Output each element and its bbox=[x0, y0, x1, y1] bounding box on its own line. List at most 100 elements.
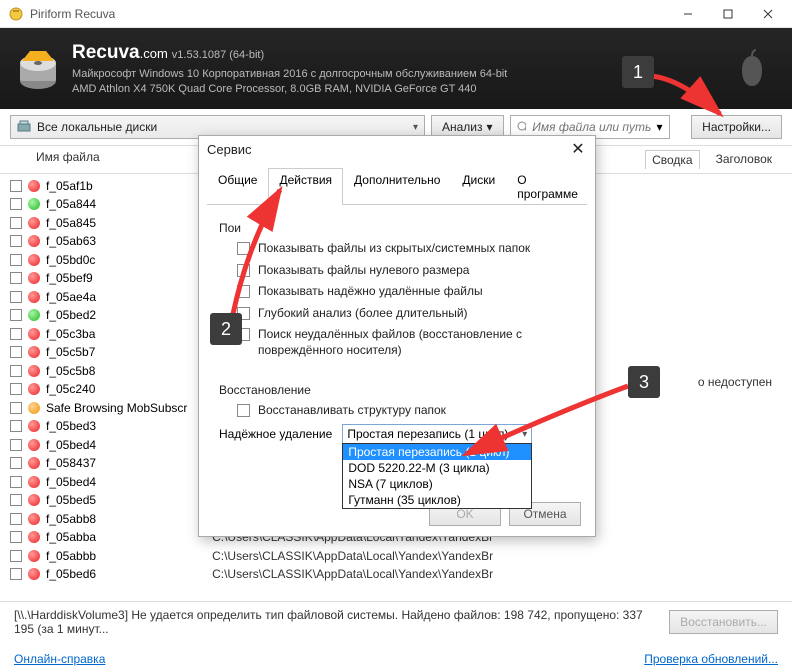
status-dot bbox=[28, 365, 40, 377]
dialog-tab[interactable]: Диски bbox=[451, 168, 506, 205]
checkbox[interactable] bbox=[10, 420, 22, 432]
help-link[interactable]: Онлайн-справка bbox=[14, 652, 105, 666]
file-name: Safe Browsing MobSubscr bbox=[46, 401, 187, 415]
checkbox[interactable] bbox=[10, 568, 22, 580]
file-name: f_05bed4 bbox=[46, 475, 96, 489]
brand-suffix: .com bbox=[140, 46, 168, 61]
update-link[interactable]: Проверка обновлений... bbox=[644, 652, 778, 666]
checkbox[interactable] bbox=[10, 365, 22, 377]
file-name: f_05af1b bbox=[46, 179, 93, 193]
checkbox[interactable] bbox=[10, 328, 22, 340]
chevron-down-icon: ▾ bbox=[487, 120, 493, 134]
file-path: C:\Users\CLASSIK\AppData\Local\Yandex\Ya… bbox=[212, 567, 493, 581]
dropdown-option[interactable]: Простая перезапись (1 цикл) bbox=[343, 444, 531, 460]
opt-undeleted[interactable]: Поиск неудалённых файлов (восстановление… bbox=[237, 327, 575, 358]
checkbox[interactable] bbox=[237, 285, 250, 298]
dropdown-option[interactable]: NSA (7 циклов) bbox=[343, 476, 531, 492]
opt-restore-structure[interactable]: Восстанавливать структуру папок bbox=[237, 403, 575, 419]
dialog-tabs: ОбщиеДействияДополнительноДискиО програм… bbox=[207, 168, 587, 205]
drive-label: Все локальные диски bbox=[37, 120, 407, 134]
checkbox[interactable] bbox=[10, 531, 22, 543]
dialog-tab[interactable]: Действия bbox=[268, 168, 343, 205]
checkbox[interactable] bbox=[10, 291, 22, 303]
file-name: f_05abb8 bbox=[46, 512, 96, 526]
status-bar: [\\.\HarddiskVolume3] Не удается определ… bbox=[0, 601, 792, 642]
status-dot bbox=[28, 531, 40, 543]
minimize-button[interactable] bbox=[668, 1, 708, 27]
titlebar: Piriform Recuva bbox=[0, 0, 792, 28]
checkbox[interactable] bbox=[10, 272, 22, 284]
checkbox[interactable] bbox=[237, 264, 250, 277]
checkbox[interactable] bbox=[10, 346, 22, 358]
checkbox[interactable] bbox=[10, 235, 22, 247]
status-dot bbox=[28, 180, 40, 192]
status-dot bbox=[28, 457, 40, 469]
file-name: f_05abbb bbox=[46, 549, 96, 563]
column-filename[interactable]: Имя файла bbox=[36, 150, 100, 169]
window-title: Piriform Recuva bbox=[30, 7, 668, 21]
file-name: f_05bd0c bbox=[46, 253, 95, 267]
chevron-down-icon: ▾ bbox=[518, 429, 527, 440]
opt-hidden-files[interactable]: Показывать файлы из скрытых/системных па… bbox=[237, 241, 575, 257]
checkbox[interactable] bbox=[237, 242, 250, 255]
file-name: f_05bed2 bbox=[46, 308, 96, 322]
dialog-tab[interactable]: Дополнительно bbox=[343, 168, 451, 205]
file-row[interactable]: f_05abbbC:\Users\CLASSIK\AppData\Local\Y… bbox=[10, 546, 782, 565]
status-dot bbox=[28, 272, 40, 284]
checkbox[interactable] bbox=[10, 476, 22, 488]
file-name: f_05a845 bbox=[46, 216, 96, 230]
status-dot bbox=[28, 328, 40, 340]
recuva-logo-icon bbox=[16, 47, 60, 91]
recover-button[interactable]: Восстановить... bbox=[669, 610, 778, 634]
drive-icon bbox=[17, 120, 31, 134]
options-dialog: Сервис ✕ ОбщиеДействияДополнительноДиски… bbox=[198, 135, 596, 537]
status-text: [\\.\HarddiskVolume3] Не удается определ… bbox=[14, 608, 659, 636]
secure-delete-select[interactable]: Простая перезапись (1 цикл) ▾ Простая пе… bbox=[342, 424, 532, 444]
status-dot bbox=[28, 346, 40, 358]
checkbox[interactable] bbox=[10, 309, 22, 321]
preview-tab-summary[interactable]: Сводка bbox=[645, 150, 700, 169]
opt-deep-scan[interactable]: Глубокий анализ (более длительный) bbox=[237, 306, 575, 322]
callout-1: 1 bbox=[622, 56, 654, 88]
settings-button[interactable]: Настройки... bbox=[691, 115, 782, 139]
version-label: v1.53.1087 (64-bit) bbox=[172, 49, 264, 61]
preview-tab-header[interactable]: Заголовок bbox=[710, 150, 778, 169]
checkbox[interactable] bbox=[10, 550, 22, 562]
file-name: f_05bef9 bbox=[46, 271, 93, 285]
opt-secure-deleted[interactable]: Показывать надёжно удалённые файлы bbox=[237, 284, 575, 300]
file-name: f_05c3ba bbox=[46, 327, 95, 341]
dialog-close-button[interactable]: ✕ bbox=[569, 140, 587, 158]
preview-unavailable: о недоступен bbox=[698, 375, 772, 389]
system-info-2: AMD Athlon X4 750K Quad Core Processor, … bbox=[72, 82, 507, 97]
close-button[interactable] bbox=[748, 1, 788, 27]
opt-zero-size[interactable]: Показывать файлы нулевого размера bbox=[237, 263, 575, 279]
dialog-tab[interactable]: О программе bbox=[506, 168, 589, 205]
footer: Онлайн-справка Проверка обновлений... bbox=[0, 652, 792, 666]
checkbox[interactable] bbox=[10, 402, 22, 414]
dropdown-option[interactable]: Гутманн (35 циклов) bbox=[343, 492, 531, 508]
file-row[interactable]: f_05bed6 C:\Users\CLASSIK\AppData\Local\Y… bbox=[10, 565, 782, 584]
checkbox[interactable] bbox=[10, 383, 22, 395]
maximize-button[interactable] bbox=[708, 1, 748, 27]
checkbox[interactable] bbox=[10, 494, 22, 506]
dropdown-option[interactable]: DOD 5220.22-M (3 цикла) bbox=[343, 460, 531, 476]
checkbox[interactable] bbox=[10, 457, 22, 469]
status-dot bbox=[28, 254, 40, 266]
status-dot bbox=[28, 291, 40, 303]
checkbox[interactable] bbox=[10, 217, 22, 229]
file-name: f_05c5b8 bbox=[46, 364, 95, 378]
checkbox[interactable] bbox=[10, 439, 22, 451]
checkbox[interactable] bbox=[10, 180, 22, 192]
dialog-title: Сервис bbox=[207, 142, 569, 157]
search-input[interactable] bbox=[532, 120, 650, 134]
file-name: f_05bed6 bbox=[46, 567, 96, 581]
file-name: f_05abba bbox=[46, 530, 96, 544]
status-dot bbox=[28, 439, 40, 451]
secure-delete-label: Надёжное удаление bbox=[219, 427, 332, 441]
dialog-tab[interactable]: Общие bbox=[207, 168, 268, 205]
checkbox[interactable] bbox=[10, 198, 22, 210]
status-dot bbox=[28, 217, 40, 229]
checkbox[interactable] bbox=[10, 513, 22, 525]
checkbox[interactable] bbox=[237, 404, 250, 417]
checkbox[interactable] bbox=[10, 254, 22, 266]
